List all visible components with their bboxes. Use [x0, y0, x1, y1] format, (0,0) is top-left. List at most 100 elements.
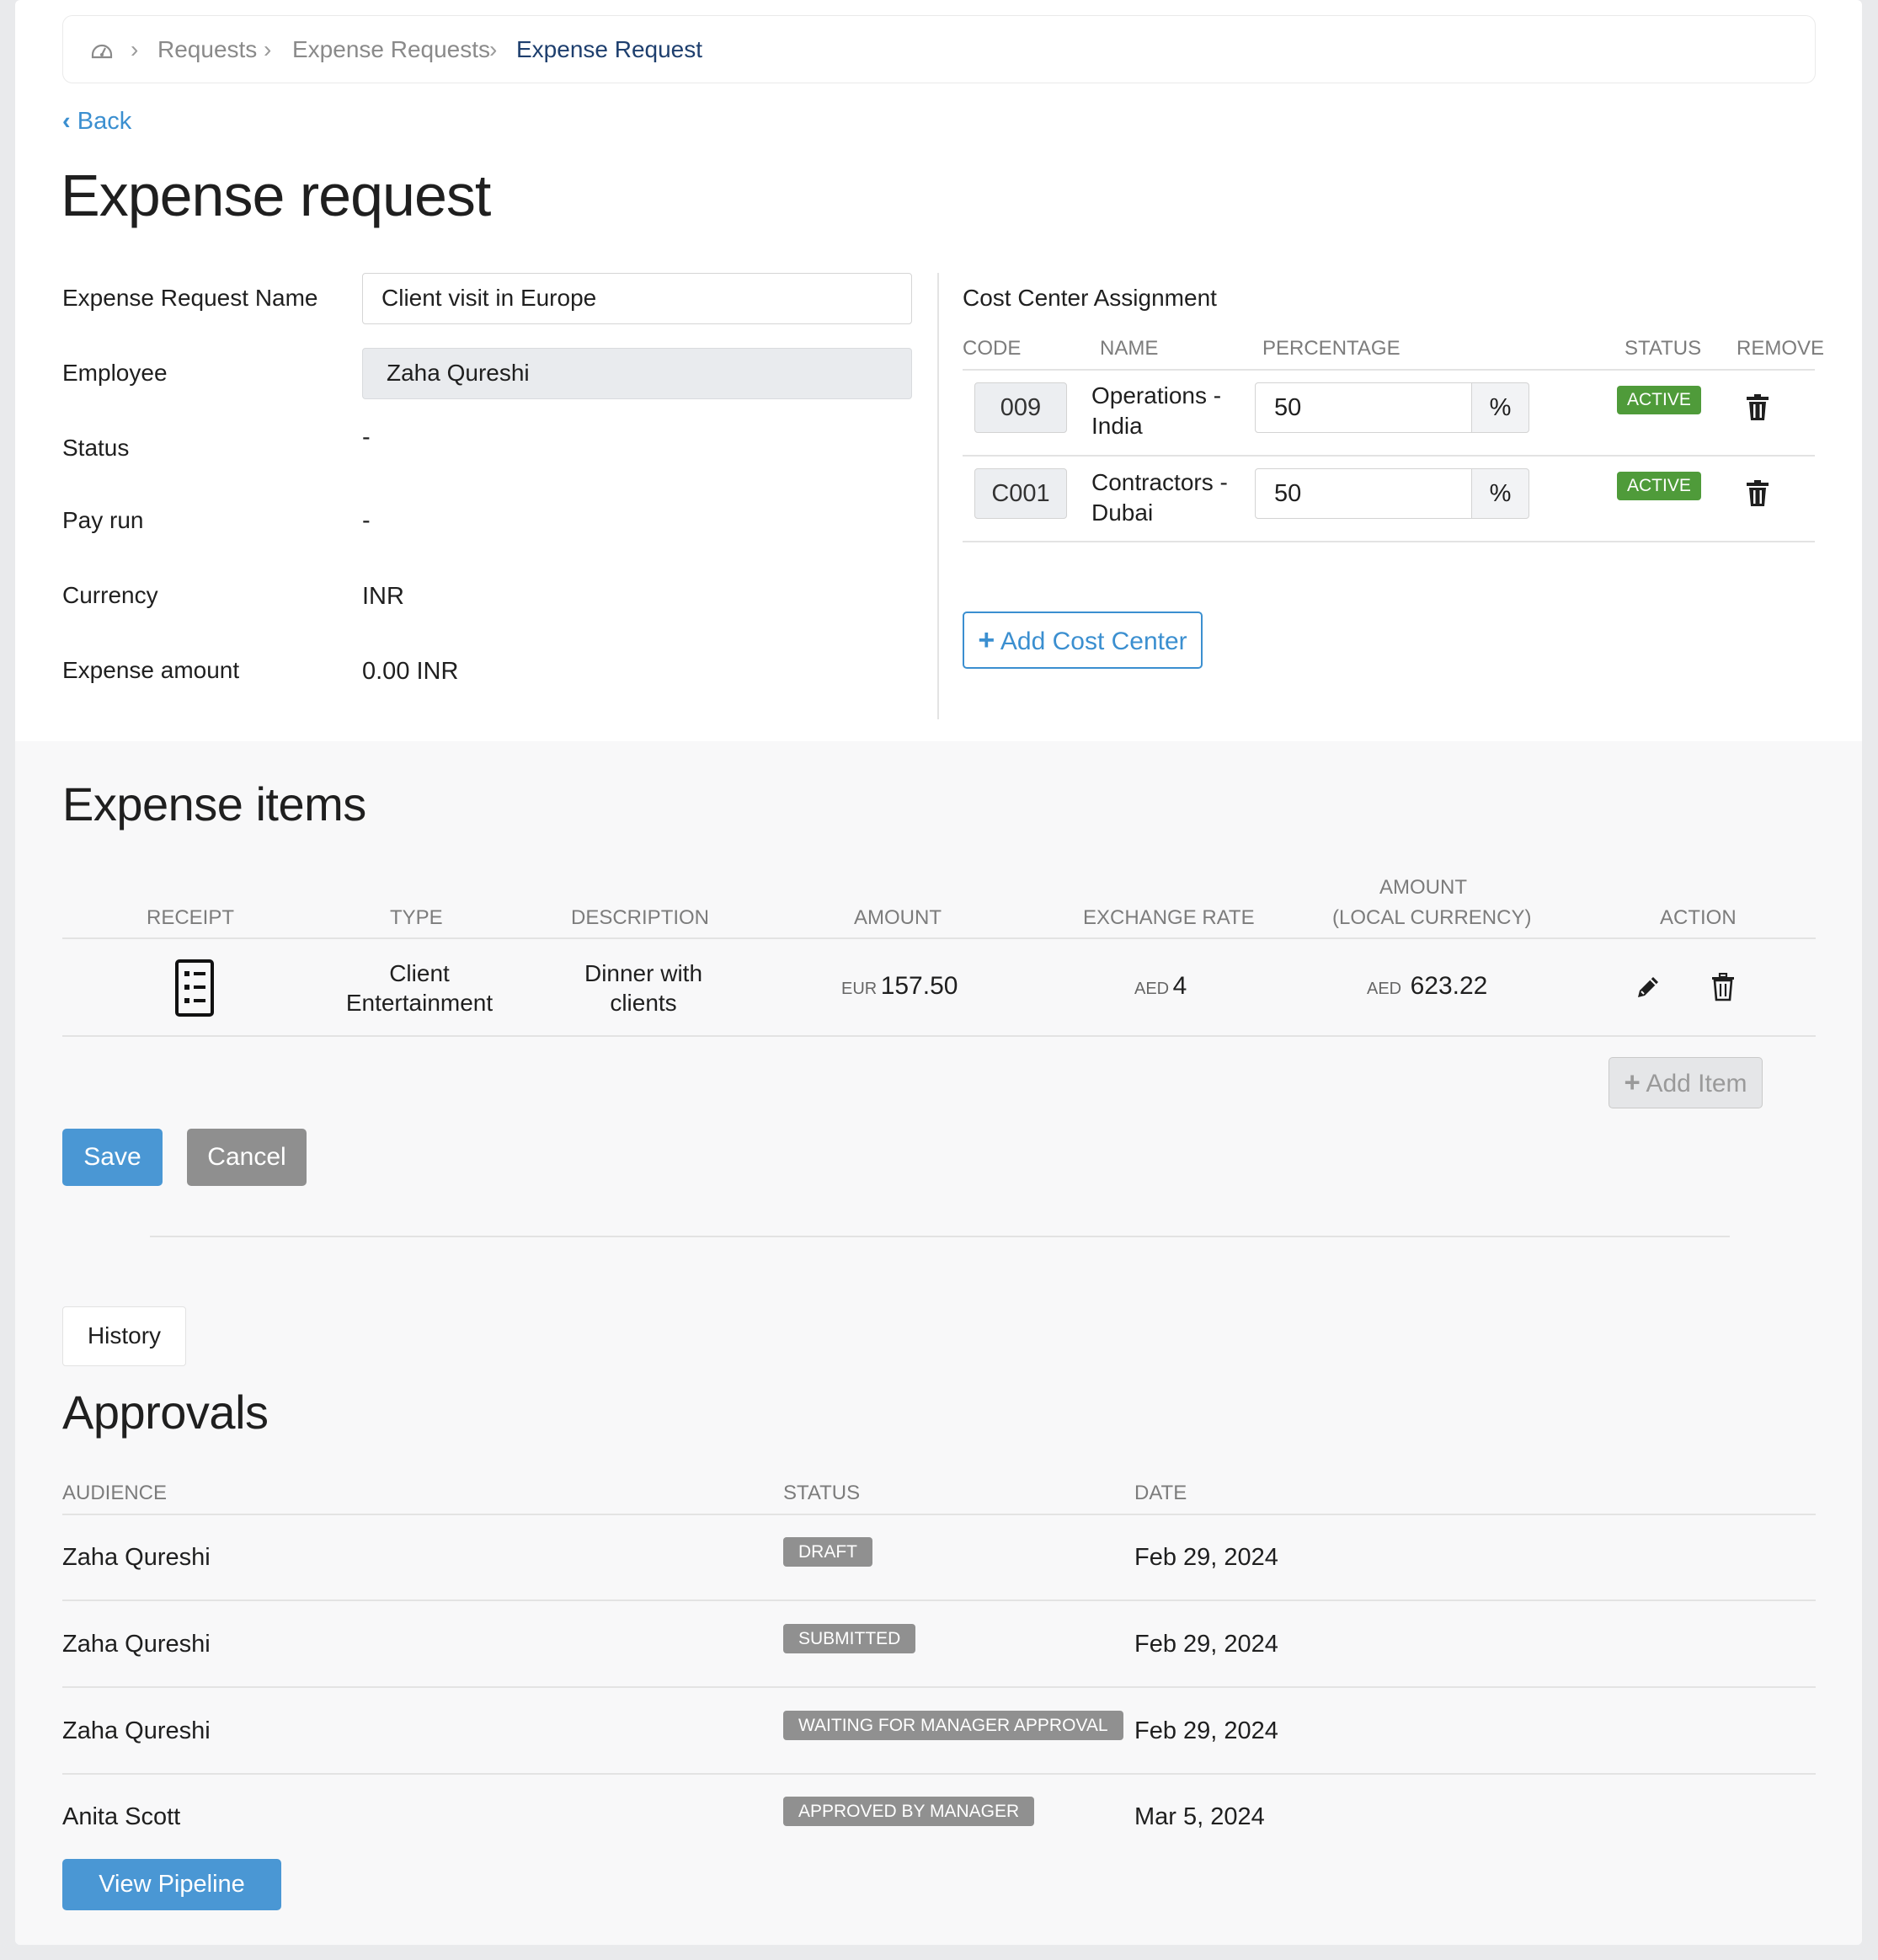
- column-divider: [937, 273, 939, 719]
- employee-label: Employee: [62, 360, 168, 386]
- expense-request-name-label: Expense Request Name: [62, 285, 318, 311]
- cost-center-header-code: CODE: [963, 337, 1022, 360]
- items-header-exchange-rate: EXCHANGE RATE: [1083, 906, 1255, 929]
- plus-icon: +: [1624, 1066, 1641, 1097]
- breadcrumb-expense-request: Expense Request: [516, 36, 703, 62]
- approvals-header-status: STATUS: [783, 1482, 861, 1504]
- approval-date: Feb 29, 2024: [1134, 1717, 1278, 1744]
- percentage-input[interactable]: 50: [1255, 382, 1472, 433]
- divider: [62, 1035, 1816, 1037]
- percentage-input[interactable]: 50: [1255, 468, 1472, 519]
- add-item-label: Add Item: [1646, 1070, 1747, 1097]
- expense-items-title: Expense items: [62, 777, 366, 830]
- items-header-local-amount-line1: AMOUNT: [1379, 876, 1467, 899]
- percent-addon: %: [1472, 382, 1529, 433]
- cost-center-title: Cost Center Assignment: [963, 285, 1217, 311]
- item-exchange-rate: AED 4: [1134, 972, 1187, 1001]
- item-type-line2: Entertainment: [345, 990, 494, 1016]
- trash-icon[interactable]: [1744, 393, 1771, 422]
- cost-center-name: Operations - India: [1091, 381, 1221, 441]
- items-header-action: ACTION: [1660, 906, 1737, 929]
- approval-date: Feb 29, 2024: [1134, 1631, 1278, 1658]
- item-description: Dinner with clients: [559, 959, 728, 1017]
- item-local-amount: AED 623.22: [1367, 972, 1487, 1001]
- approval-audience: Anita Scott: [62, 1803, 181, 1830]
- currency-label: Currency: [62, 582, 158, 608]
- breadcrumb-requests[interactable]: Requests: [157, 36, 257, 63]
- approvals-header-audience: AUDIENCE: [62, 1482, 168, 1504]
- view-pipeline-button[interactable]: View Pipeline: [62, 1859, 281, 1910]
- cost-center-header-status: STATUS: [1625, 337, 1702, 360]
- divider: [62, 1686, 1816, 1688]
- breadcrumb-expense-requests[interactable]: Expense Requests: [292, 36, 490, 63]
- page-title: Expense request: [61, 163, 491, 228]
- cost-center-name-line1: Contractors -: [1091, 469, 1228, 495]
- trash-icon[interactable]: [1744, 479, 1771, 508]
- item-local-value: 623.22: [1410, 972, 1488, 1000]
- expense-amount-value: 0.00 INR: [362, 658, 459, 685]
- expense-amount-label: Expense amount: [62, 657, 240, 683]
- approval-status-badge: WAITING FOR MANAGER APPROVAL: [783, 1711, 1123, 1740]
- item-type: Client Entertainment: [320, 959, 519, 1017]
- item-type-line1: Client: [389, 960, 450, 986]
- approval-audience: Zaha Qureshi: [62, 1717, 211, 1744]
- cancel-button[interactable]: Cancel: [187, 1129, 307, 1186]
- edit-pencil-icon[interactable]: [1635, 974, 1662, 1001]
- approval-date: Mar 5, 2024: [1134, 1803, 1265, 1830]
- expense-request-name-input[interactable]: Client visit in Europe: [362, 273, 912, 324]
- status-badge: ACTIVE: [1617, 472, 1701, 500]
- item-local-currency: AED: [1367, 980, 1402, 998]
- items-header-amount: AMOUNT: [854, 906, 942, 929]
- divider: [62, 1514, 1816, 1515]
- item-description-line1: Dinner with: [584, 960, 703, 986]
- approval-audience: Zaha Qureshi: [62, 1544, 211, 1571]
- divider: [62, 1600, 1816, 1601]
- receipt-icon[interactable]: [175, 959, 214, 1017]
- trash-outline-icon[interactable]: [1710, 972, 1736, 1001]
- status-value: -: [362, 424, 371, 451]
- items-header-description: DESCRIPTION: [571, 906, 710, 929]
- cost-center-header-name: NAME: [1100, 337, 1159, 360]
- chevron-right-icon: ›: [489, 36, 498, 62]
- cost-center-name: Contractors - Dubai: [1091, 467, 1228, 528]
- item-amount-value: 157.50: [880, 972, 958, 1000]
- approval-status-badge: DRAFT: [783, 1537, 872, 1567]
- cost-center-name-line1: Operations -: [1091, 382, 1222, 409]
- status-label: Status: [62, 435, 130, 461]
- divider: [963, 541, 1815, 542]
- back-label: Back: [77, 108, 132, 135]
- pay-run-value: -: [362, 507, 371, 534]
- item-rate-currency: AED: [1134, 980, 1170, 998]
- items-header-local-amount-line2: (LOCAL CURRENCY): [1332, 906, 1532, 929]
- item-description-line2: clients: [610, 990, 677, 1016]
- items-header-type: TYPE: [390, 906, 443, 929]
- cost-center-code: C001: [974, 468, 1067, 519]
- status-badge: ACTIVE: [1617, 386, 1701, 414]
- breadcrumb: › Requests › Expense Requests › Expense …: [62, 15, 1816, 83]
- approval-status-badge: APPROVED BY MANAGER: [783, 1797, 1035, 1826]
- items-header-receipt: RECEIPT: [147, 906, 235, 929]
- divider: [963, 455, 1815, 457]
- cost-center-header-percentage: PERCENTAGE: [1262, 337, 1400, 360]
- percent-addon: %: [1472, 468, 1529, 519]
- cost-center-name-line2: Dubai: [1091, 499, 1154, 526]
- approval-audience: Zaha Qureshi: [62, 1631, 211, 1658]
- cost-center-header-remove: REMOVE: [1737, 337, 1825, 360]
- add-cost-center-label: Add Cost Center: [1000, 628, 1187, 655]
- currency-value: INR: [362, 583, 404, 610]
- dashboard-gauge-icon[interactable]: [88, 36, 115, 63]
- chevron-right-icon: ›: [264, 36, 272, 62]
- section-divider: [150, 1236, 1730, 1237]
- save-button[interactable]: Save: [62, 1129, 163, 1186]
- pay-run-label: Pay run: [62, 507, 144, 533]
- add-item-button[interactable]: + Add Item: [1609, 1057, 1763, 1108]
- plus-icon: +: [978, 624, 995, 656]
- divider: [62, 1773, 1816, 1775]
- item-amount-currency: EUR: [841, 980, 878, 998]
- add-cost-center-button[interactable]: + Add Cost Center: [963, 611, 1203, 669]
- approvals-title: Approvals: [62, 1386, 269, 1439]
- employee-field: Zaha Qureshi: [362, 348, 912, 399]
- history-button[interactable]: History: [62, 1306, 186, 1366]
- chevron-left-icon: ‹: [62, 108, 71, 135]
- back-link[interactable]: ‹ Back: [62, 108, 131, 136]
